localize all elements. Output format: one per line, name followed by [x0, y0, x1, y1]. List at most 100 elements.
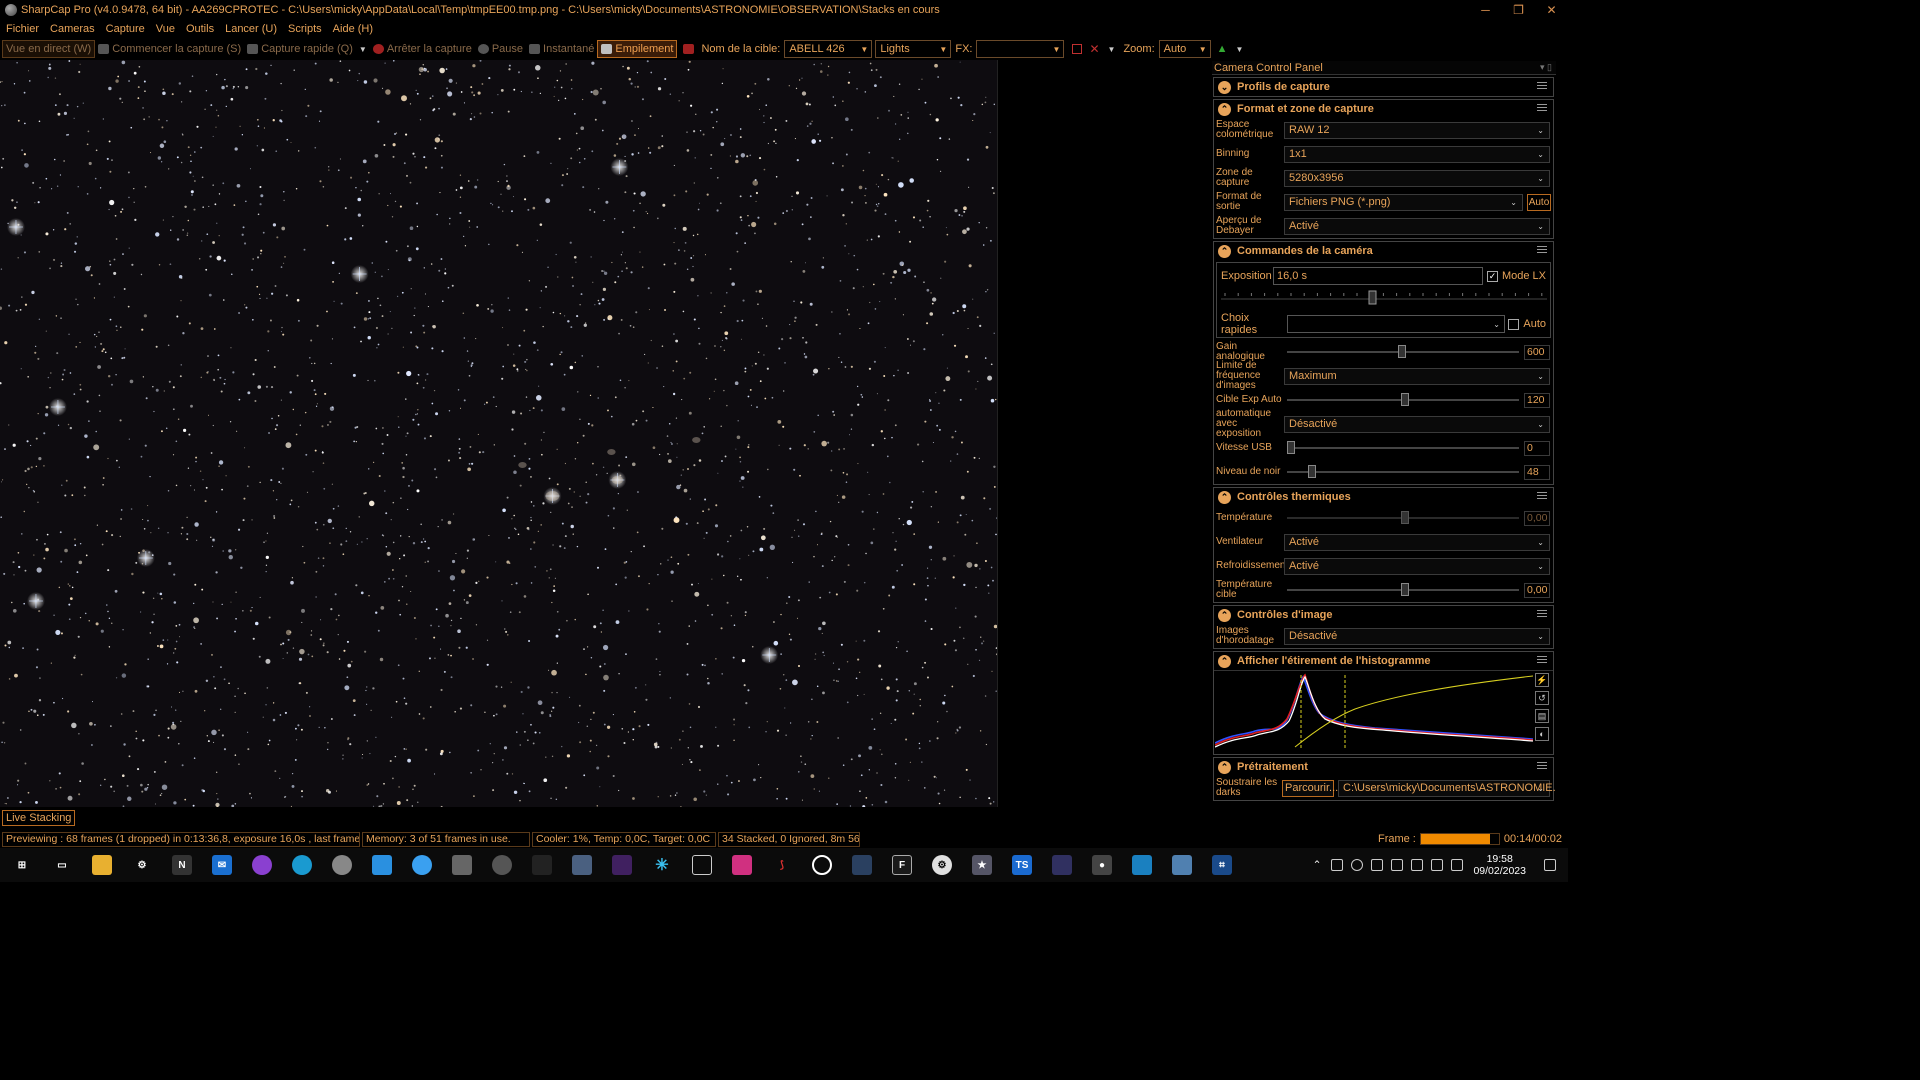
browse-button[interactable]: Parcourir...	[1282, 779, 1338, 797]
slider-thumb[interactable]	[1398, 345, 1407, 358]
section-format-header[interactable]: ⌃ Format et zone de capture	[1214, 100, 1553, 118]
auto-exp-target-slider[interactable]	[1287, 393, 1519, 406]
gain-value[interactable]: 600	[1524, 344, 1550, 360]
section-menu-icon[interactable]	[1537, 246, 1547, 255]
color-space-select[interactable]: RAW 12 ⌄	[1284, 121, 1550, 139]
quick-choice-select[interactable]: ⌄	[1287, 315, 1505, 333]
app-gray-icon[interactable]	[452, 855, 472, 875]
black-level-value[interactable]: 48	[1524, 464, 1550, 480]
collapse-icon[interactable]: ⌃	[1218, 654, 1231, 668]
target-temp-value[interactable]: 0,00	[1524, 582, 1550, 598]
app-f-icon[interactable]: F	[892, 855, 912, 875]
menu-cameras[interactable]: Cameras	[50, 23, 95, 35]
app-window-icon[interactable]	[692, 855, 712, 875]
edge-icon[interactable]	[292, 855, 312, 875]
sharpcap-taskbar-icon[interactable]	[332, 855, 352, 875]
section-histogram-header[interactable]: ⌃ Afficher l'étirement de l'histogramme	[1214, 652, 1553, 670]
dark-path-select[interactable]: C:\Users\micky\Documents\ASTRONOMIE... ⌄	[1338, 779, 1556, 797]
app-gear-icon[interactable]: ⚙	[932, 855, 952, 875]
app-star2-icon[interactable]: ★	[972, 855, 992, 875]
app-scope-icon[interactable]	[1132, 855, 1152, 875]
notification-icon[interactable]	[1544, 859, 1556, 871]
app-spiral-icon[interactable]	[812, 855, 832, 875]
menu-tools[interactable]: Outils	[186, 23, 214, 35]
file-explorer-icon[interactable]	[92, 855, 112, 875]
live-stacking-tab[interactable]: Live Stacking	[2, 810, 76, 826]
stacking-button[interactable]: Empilement	[597, 40, 678, 58]
windows-start-icon[interactable]: ⊞	[12, 855, 32, 875]
collapse-icon[interactable]: ⌃	[1218, 102, 1231, 116]
exposure-slider[interactable]	[1221, 287, 1547, 305]
binning-select[interactable]: 1x1 ⌄	[1284, 145, 1550, 163]
menu-view[interactable]: Vue	[156, 23, 175, 35]
auto-button[interactable]: Auto	[1527, 193, 1551, 211]
menu-help[interactable]: Aide (H)	[333, 23, 373, 35]
histogram-view[interactable]: ⚡ ↺ ▤ ◐	[1214, 670, 1553, 754]
frame-type-combo[interactable]: Lights ▼	[875, 40, 952, 58]
close-button[interactable]: ✕	[1535, 0, 1568, 20]
auto-with-exp-select[interactable]: Désactivé ⌄	[1284, 415, 1550, 433]
debayer-select[interactable]: Activé ⌄	[1284, 217, 1550, 235]
collapse-icon[interactable]: ⌃	[1218, 244, 1231, 258]
app-color-icon[interactable]	[732, 855, 752, 875]
clock[interactable]: 19:58 09/02/2023	[1473, 853, 1526, 877]
app-tool-icon[interactable]	[852, 855, 872, 875]
start-capture-button[interactable]: Commencer la capture (S)	[95, 40, 244, 58]
collapse-icon[interactable]: ⌃	[1218, 760, 1231, 774]
slider-thumb[interactable]	[1400, 583, 1409, 596]
slider-thumb[interactable]	[1287, 441, 1295, 454]
app-dark-icon[interactable]	[532, 855, 552, 875]
app-blue-icon[interactable]	[372, 855, 392, 875]
auto-stretch-icon[interactable]: ⚡	[1535, 673, 1549, 687]
chevron-down-icon[interactable]: ▼	[359, 45, 367, 54]
menu-launch[interactable]: Lancer (U)	[225, 23, 277, 35]
slider-thumb[interactable]	[1307, 465, 1316, 478]
section-preprocessing-header[interactable]: ⌃ Prétraitement	[1214, 758, 1553, 776]
app-n-icon[interactable]: N	[172, 855, 192, 875]
capture-area-select[interactable]: 5280x3956 ⌄	[1284, 169, 1550, 187]
task-view-icon[interactable]: ▭	[52, 855, 72, 875]
collapse-icon[interactable]: ⌃	[1218, 490, 1231, 504]
usb-speed-value[interactable]: 0	[1524, 440, 1550, 456]
section-menu-icon[interactable]	[1537, 656, 1547, 665]
live-view-button[interactable]: Vue en direct (W)	[2, 40, 96, 58]
timestamp-select[interactable]: Désactivé ⌄	[1284, 627, 1550, 645]
gain-slider[interactable]	[1287, 345, 1519, 358]
app-grid-icon[interactable]: ⌗	[1212, 855, 1232, 875]
section-profiles-header[interactable]: ⌄ Profils de capture	[1214, 78, 1553, 96]
app-circle-icon[interactable]	[412, 855, 432, 875]
output-format-select[interactable]: Fichiers PNG (*.png) ⌄	[1284, 193, 1523, 211]
chevron-down-icon[interactable]: ▼	[1236, 45, 1244, 54]
frame-rate-select[interactable]: Maximum ⌄	[1284, 367, 1550, 385]
auto-exp-target-value[interactable]: 120	[1524, 392, 1550, 408]
target-temp-slider[interactable]	[1287, 583, 1519, 596]
app-star-icon[interactable]: ✳	[652, 855, 672, 875]
zoom-combo[interactable]: Auto ▼	[1158, 40, 1211, 58]
app-nasa-icon[interactable]	[1052, 855, 1072, 875]
cloud-icon[interactable]	[1351, 859, 1364, 871]
section-thermal-header[interactable]: ⌃ Contrôles thermiques	[1214, 488, 1553, 506]
monitor-icon[interactable]	[1371, 859, 1384, 871]
app-astro-icon[interactable]	[612, 855, 632, 875]
section-menu-icon[interactable]	[1537, 610, 1547, 619]
app-disc-icon[interactable]: ●	[1092, 855, 1112, 875]
sharpcap-active-icon[interactable]	[492, 855, 512, 875]
quick-capture-button[interactable]: Capture rapide (Q) ▼	[244, 40, 370, 58]
network-icon[interactable]	[1411, 859, 1424, 871]
messenger-icon[interactable]	[252, 855, 272, 875]
app-ts-icon[interactable]: TS	[1012, 855, 1032, 875]
chevron-up-icon[interactable]: ⌃	[1313, 859, 1322, 871]
stop-capture-button[interactable]: Arrêter la capture	[370, 40, 475, 58]
exposure-input[interactable]: 16,0 s	[1273, 267, 1483, 285]
crosshair-icon[interactable]: ✕	[1089, 42, 1099, 56]
section-menu-icon[interactable]	[1537, 82, 1547, 91]
wifi-icon[interactable]	[1431, 859, 1444, 871]
maximize-button[interactable]: ❐	[1502, 0, 1535, 20]
volume-icon[interactable]	[1451, 859, 1464, 871]
live-image-view[interactable]	[0, 60, 998, 807]
lx-mode-checkbox[interactable]: ✓ Mode LX	[1486, 270, 1546, 282]
fx-combo[interactable]: ▼	[976, 40, 1065, 58]
contrast-icon[interactable]: ◐	[1535, 727, 1549, 741]
pin-icon[interactable]: ▾ ▯	[1540, 62, 1552, 73]
target-name-combo[interactable]: ABELL 426 ▼	[784, 40, 873, 58]
